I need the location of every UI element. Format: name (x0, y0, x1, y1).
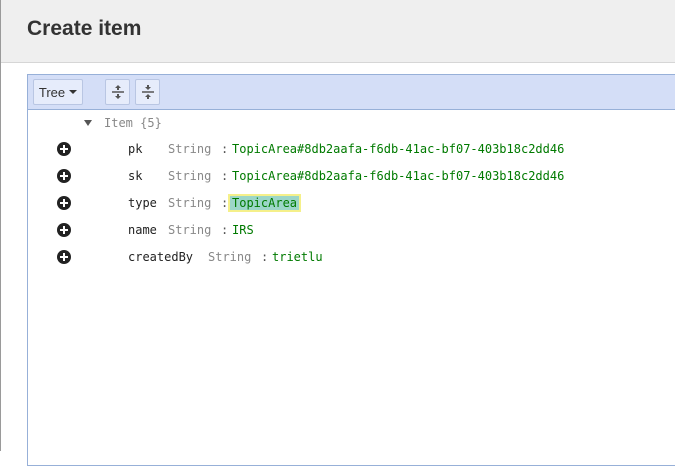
mode-dropdown[interactable]: Tree (33, 79, 83, 105)
add-field-icon[interactable] (57, 250, 71, 264)
field-value-selected[interactable]: TopicArea (227, 194, 302, 212)
add-field-icon[interactable] (57, 142, 71, 156)
field-value[interactable]: TopicArea#8db2aafa-f6db-41ac-bf07-403b18… (232, 169, 564, 183)
field-type[interactable]: String (208, 250, 251, 264)
field-name[interactable]: type (128, 196, 157, 210)
collapse-arrow-icon[interactable] (84, 120, 92, 126)
field-row-name: name String : IRS (28, 221, 668, 239)
window-edge (0, 0, 1, 451)
field-type[interactable]: String (168, 196, 211, 210)
field-value[interactable]: trietlu (272, 250, 323, 264)
field-value[interactable]: TopicArea#8db2aafa-f6db-41ac-bf07-403b18… (232, 142, 564, 156)
editor-toolbar: Tree (28, 75, 675, 110)
field-separator: : (221, 223, 229, 237)
add-field-icon[interactable] (57, 196, 71, 210)
field-row-sk: sk String : TopicArea#8db2aafa-f6db-41ac… (28, 167, 668, 185)
add-field-icon[interactable] (57, 223, 71, 237)
collapse-all-icon (141, 85, 154, 99)
field-name[interactable]: pk (128, 142, 142, 156)
field-type[interactable]: String (168, 223, 211, 237)
root-label: Item {5} (104, 116, 162, 130)
field-name[interactable]: createdBy (128, 250, 193, 264)
field-name[interactable]: sk (128, 169, 142, 183)
expand-all-button[interactable] (105, 79, 130, 105)
mode-label: Tree (38, 84, 66, 100)
page-title: Create item (27, 17, 142, 40)
add-field-icon[interactable] (57, 169, 71, 183)
page-header: Create item (1, 0, 675, 63)
field-row-pk: pk String : TopicArea#8db2aafa-f6db-41ac… (28, 140, 668, 158)
field-row-type: type String : TopicArea (28, 194, 668, 212)
field-separator: : (221, 142, 229, 156)
collapse-all-button[interactable] (135, 79, 160, 105)
json-editor[interactable]: Tree Item {5} pk String : TopicArea#8db2… (27, 74, 675, 466)
expand-all-icon (111, 85, 124, 99)
field-separator: : (221, 196, 229, 210)
field-name[interactable]: name (128, 223, 157, 237)
field-value[interactable]: IRS (232, 223, 254, 237)
field-row-createdby: createdBy String : trietlu (28, 248, 668, 266)
field-type[interactable]: String (168, 169, 211, 183)
field-separator: : (261, 250, 269, 264)
field-separator: : (221, 169, 229, 183)
tree-root[interactable]: Item {5} (84, 115, 162, 131)
caret-down-icon (69, 90, 78, 94)
field-type[interactable]: String (168, 142, 211, 156)
